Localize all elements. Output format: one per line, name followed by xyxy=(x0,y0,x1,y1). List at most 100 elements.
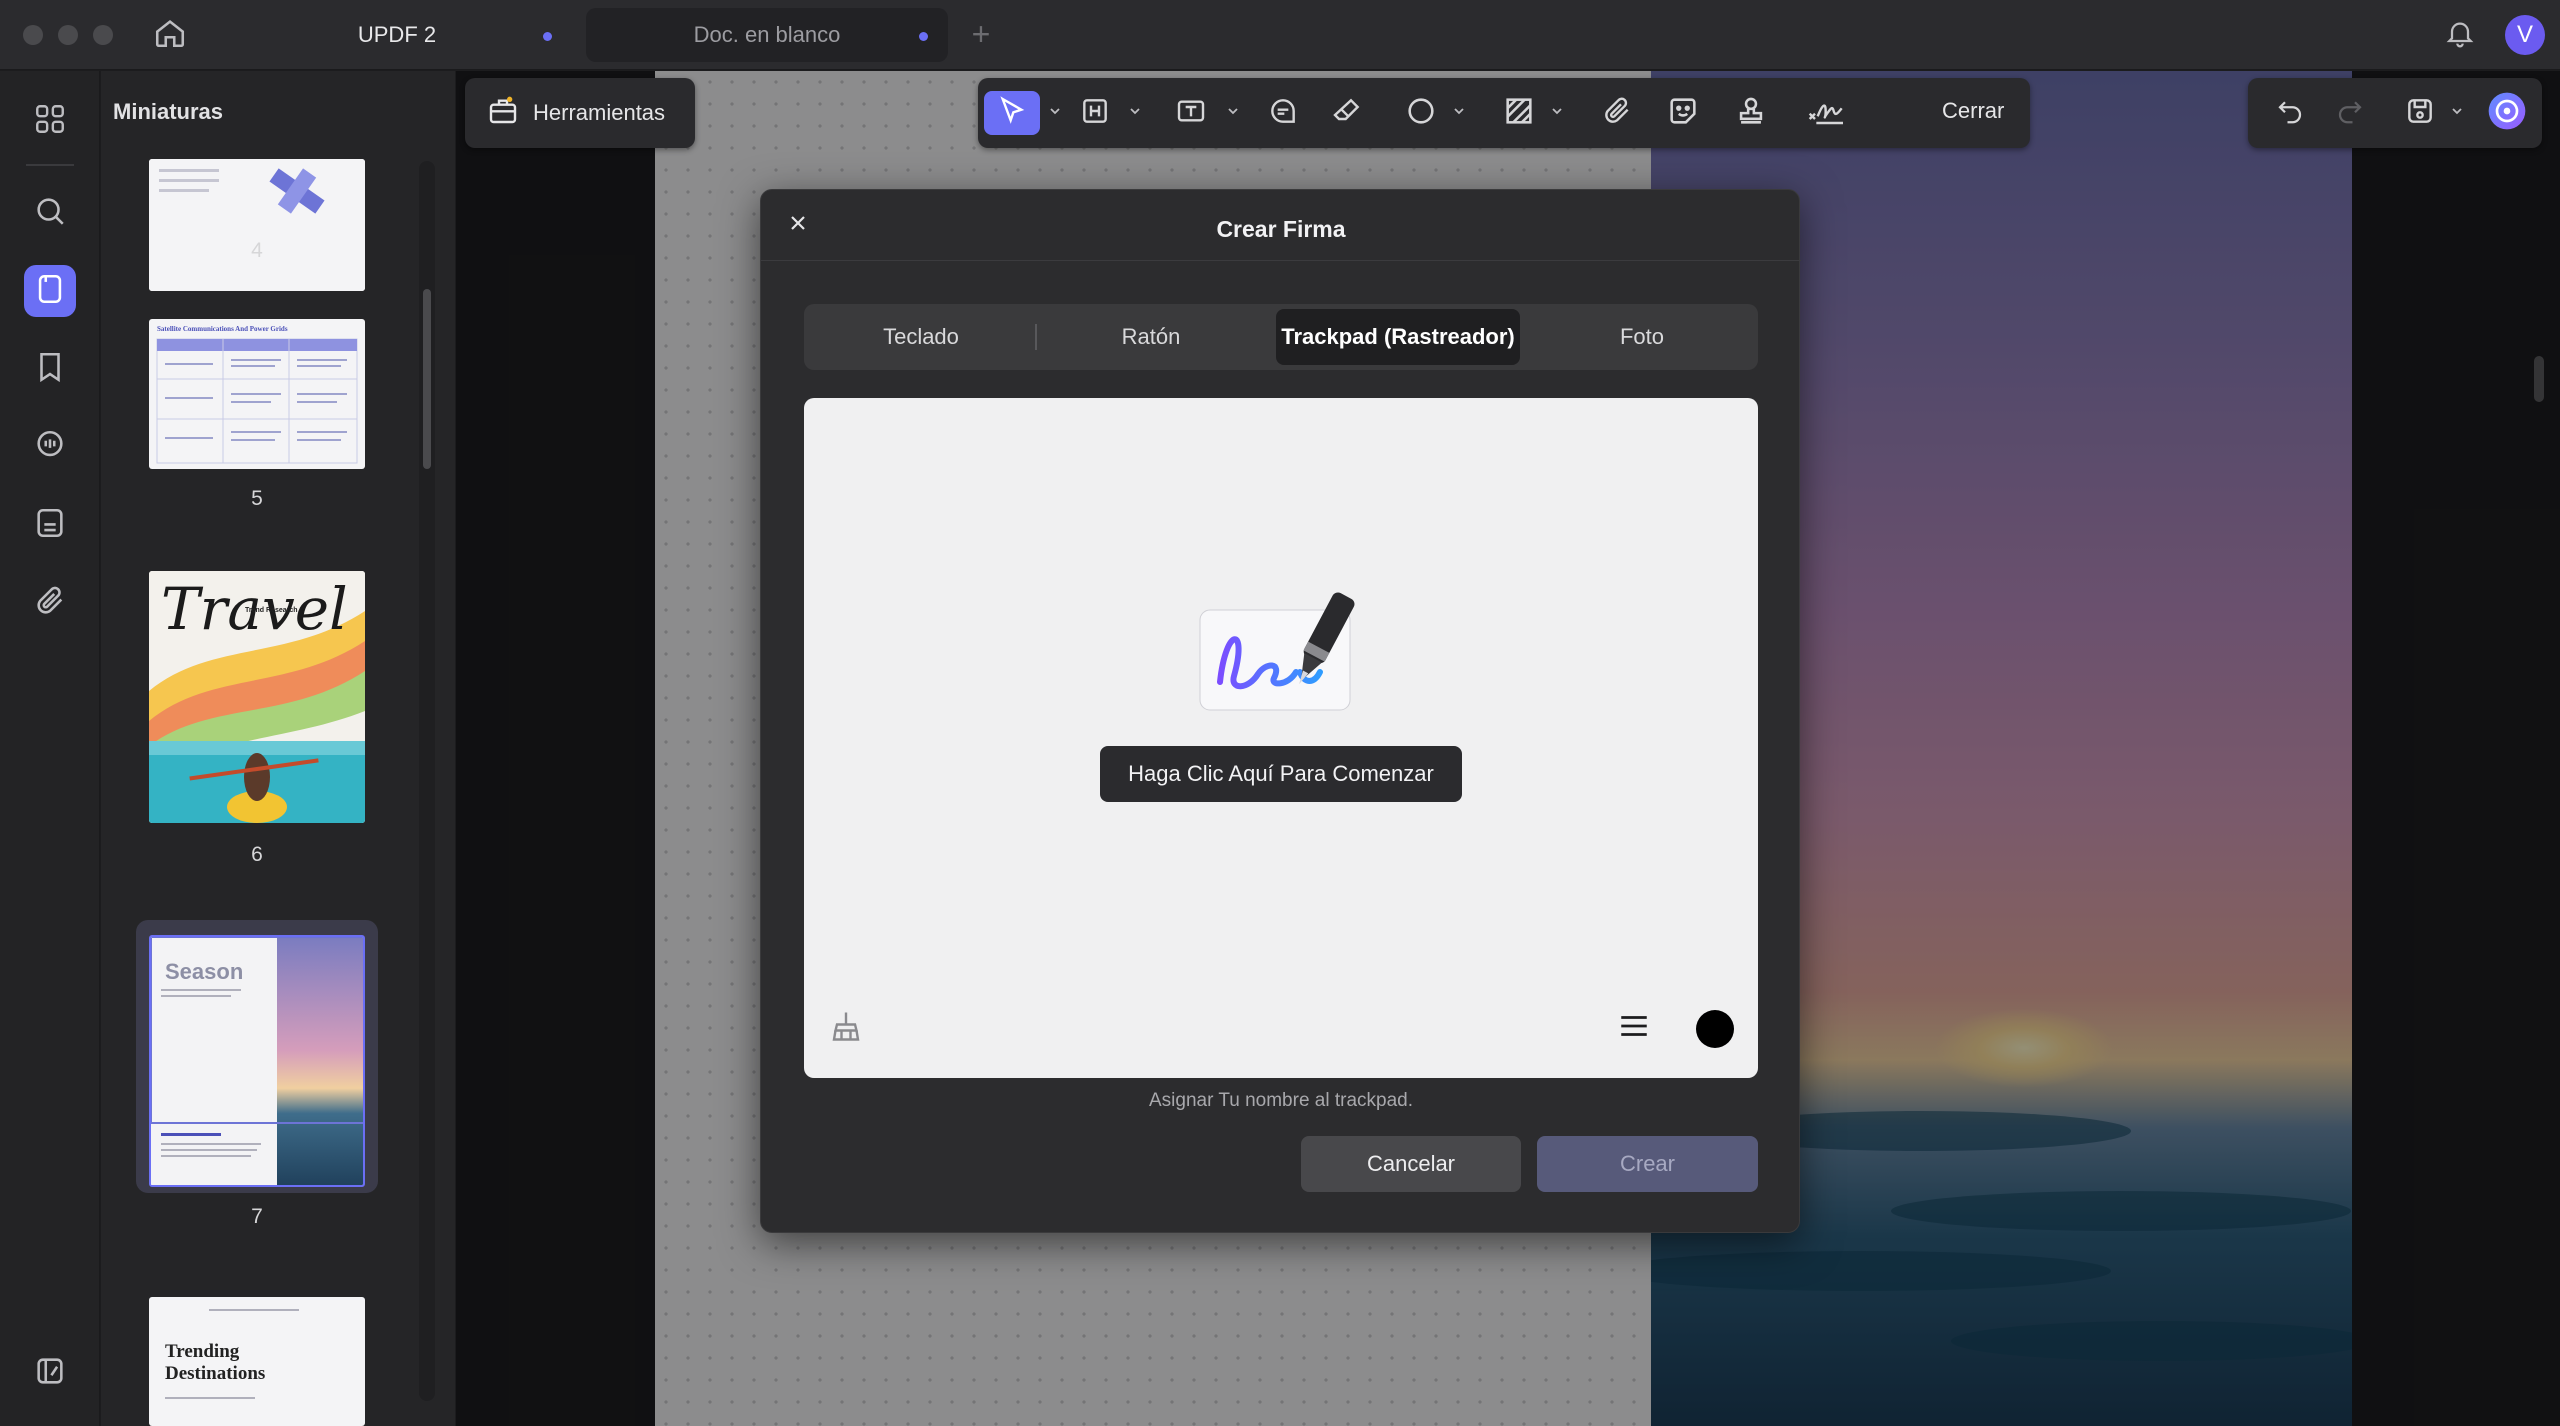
highlighter-icon xyxy=(1079,95,1111,132)
thumbnail-page-6[interactable]: Travel Trend Research xyxy=(149,571,365,823)
rail-attachments-button[interactable] xyxy=(24,577,76,629)
document-actions-toolbar xyxy=(2248,78,2542,148)
dialog-title: Crear Firma xyxy=(1216,216,1346,242)
rail-comments-button[interactable] xyxy=(24,421,76,473)
select-tool-button[interactable] xyxy=(984,91,1040,135)
window-zoom-button[interactable] xyxy=(93,25,113,45)
rail-forms-button[interactable] xyxy=(24,499,76,551)
signature-icon xyxy=(1805,95,1849,132)
signature-method-tabs: Teclado Ratón Trackpad (Rastreador) Foto xyxy=(804,304,1758,370)
area-tool-button[interactable] xyxy=(1494,91,1544,135)
chevron-down-icon[interactable] xyxy=(1048,104,1062,122)
undo-icon xyxy=(2275,96,2305,131)
signature-tool-button[interactable] xyxy=(1798,91,1856,135)
save-icon xyxy=(2404,95,2436,132)
avatar[interactable]: V xyxy=(2505,15,2545,55)
grid-icon xyxy=(33,102,67,141)
thumbnail-page-number: 6 xyxy=(251,843,263,866)
notifications-button[interactable] xyxy=(2442,17,2478,53)
text-box-icon xyxy=(1174,95,1208,132)
home-button[interactable] xyxy=(150,16,190,54)
thumbnail-page-number: 4 xyxy=(251,239,263,262)
broom-icon xyxy=(828,1008,864,1049)
rail-settings-button[interactable] xyxy=(24,1347,76,1399)
create-signature-dialog: Crear Firma Teclado Ratón Trackpad (Rast… xyxy=(760,189,1801,1233)
search-icon xyxy=(33,194,67,233)
ai-assistant-button[interactable] xyxy=(2484,91,2530,135)
thumbnail-page-5[interactable]: Satellite Communications And Power Grids xyxy=(149,319,365,469)
attach-tool-button[interactable] xyxy=(1592,91,1642,135)
rail-apps-button[interactable] xyxy=(24,95,76,147)
stroke-width-icon xyxy=(1617,1011,1651,1046)
unsaved-dot xyxy=(543,32,552,41)
thumbnail-page-4[interactable] xyxy=(149,159,365,291)
sticker-tool-button[interactable] xyxy=(1658,91,1708,135)
stroke-width-button[interactable] xyxy=(1616,1010,1652,1046)
thumbnail-page-8[interactable]: Trending Destinations xyxy=(149,1297,365,1426)
tab-label: UPDF 2 xyxy=(357,22,437,47)
tab-divider xyxy=(1035,324,1037,350)
rail-bookmarks-button[interactable] xyxy=(24,343,76,395)
home-icon xyxy=(153,16,187,55)
pages-icon xyxy=(33,272,67,311)
circle-icon xyxy=(1404,94,1438,133)
tab-updf-2[interactable]: UPDF 2 xyxy=(222,8,572,62)
tools-label: Herramientas xyxy=(533,100,666,125)
chevron-down-icon[interactable] xyxy=(1128,104,1142,122)
paperclip-icon xyxy=(1601,95,1633,132)
redo-icon xyxy=(2335,96,2365,131)
window-minimize-button[interactable] xyxy=(58,25,78,45)
textbox-tool-button[interactable] xyxy=(1164,91,1218,135)
close-toolbar-button[interactable]: Cerrar xyxy=(1942,98,2004,124)
rail-divider xyxy=(26,164,74,166)
clear-signature-button[interactable] xyxy=(826,1008,866,1048)
tab-mouse[interactable]: Ratón xyxy=(1040,309,1262,365)
form-icon xyxy=(33,506,67,545)
ink-color-swatch[interactable] xyxy=(1696,1010,1734,1048)
cancel-button[interactable]: Cancelar xyxy=(1301,1136,1521,1192)
chevron-down-icon[interactable] xyxy=(1550,104,1564,122)
trackpad-hint: Asignar Tu nombre al trackpad. xyxy=(1148,1090,1414,1111)
eraser-tool-button[interactable] xyxy=(1322,91,1372,135)
signature-pad[interactable]: Haga Clic Aquí Para Comenzar xyxy=(804,398,1758,1078)
tab-label: Doc. en blanco xyxy=(693,22,841,47)
bell-icon xyxy=(2444,17,2476,54)
thumbnail-page-number: 5 xyxy=(251,487,263,510)
hatch-icon xyxy=(1502,94,1536,133)
thumbnail-page-number: 7 xyxy=(251,1205,263,1228)
tools-button[interactable]: Herramientas xyxy=(465,78,695,148)
redo-button[interactable] xyxy=(2328,91,2372,135)
tab-trackpad[interactable]: Trackpad (Rastreador) xyxy=(1276,309,1520,365)
highlight-tool-button[interactable] xyxy=(1070,91,1120,135)
unsaved-dot xyxy=(919,32,928,41)
tab-photo[interactable]: Foto xyxy=(1532,309,1752,365)
thumbnails-panel: Miniaturas 4 Satellite Communications An… xyxy=(101,71,455,1426)
stamp-tool-button[interactable] xyxy=(1726,91,1776,135)
start-signing-button[interactable]: Haga Clic Aquí Para Comenzar xyxy=(1100,746,1462,802)
comment-tool-button[interactable] xyxy=(1258,91,1308,135)
undo-button[interactable] xyxy=(2268,91,2312,135)
thumbnail-page-7[interactable]: Season xyxy=(149,935,365,1187)
comment-icon xyxy=(33,428,67,467)
thumbnails-scrollbar-thumb[interactable] xyxy=(423,289,431,469)
window-close-button[interactable] xyxy=(23,25,43,45)
save-button[interactable] xyxy=(2398,91,2442,135)
ai-assistant-icon xyxy=(2487,91,2527,136)
signature-pen-illustration xyxy=(1196,586,1386,716)
chevron-down-icon[interactable] xyxy=(2450,104,2464,122)
bookmark-icon xyxy=(33,350,67,389)
title-bar: UPDF 2 Doc. en blanco + V xyxy=(0,0,2560,70)
tab-keyboard[interactable]: Teclado xyxy=(810,309,1032,365)
rail-thumbnails-button[interactable] xyxy=(24,265,76,317)
rail-search-button[interactable] xyxy=(24,187,76,239)
panel-title: Miniaturas xyxy=(113,99,224,124)
paperclip-icon xyxy=(33,584,67,623)
create-button[interactable]: Crear xyxy=(1537,1136,1758,1192)
new-tab-button[interactable]: + xyxy=(966,16,996,54)
chevron-down-icon[interactable] xyxy=(1452,104,1466,122)
shape-tool-button[interactable] xyxy=(1396,91,1446,135)
annotation-toolbar: Cerrar xyxy=(978,78,2030,148)
tab-doc-en-blanco[interactable]: Doc. en blanco xyxy=(586,8,948,62)
chevron-down-icon[interactable] xyxy=(1226,104,1240,122)
sidebar-toggle-icon xyxy=(33,1354,67,1393)
